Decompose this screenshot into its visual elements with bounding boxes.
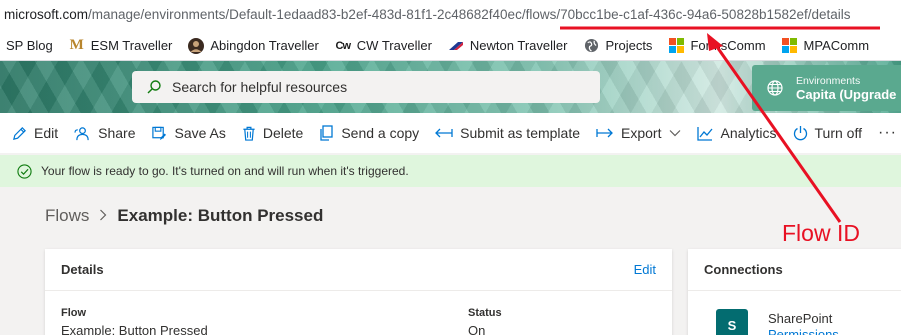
power-icon [793, 126, 807, 141]
connections-title: Connections [704, 262, 783, 277]
bookmark-label: CW Traveller [356, 38, 432, 53]
globe-icon [583, 38, 599, 54]
status-field-label: Status [468, 307, 502, 319]
export-icon [596, 128, 613, 138]
export-button[interactable]: Export [596, 125, 681, 141]
environment-value: Capita (Upgrade [796, 86, 897, 102]
send-copy-button[interactable]: Send a copy [319, 125, 419, 141]
sharepoint-icon: S [716, 309, 748, 335]
flow-id-annotation-label: Flow ID [782, 220, 860, 246]
address-bar[interactable]: microsoft.com/manage/environments/Defaul… [0, 0, 901, 31]
copy-icon [320, 125, 333, 141]
bookmark-label: Newton Traveller [469, 38, 568, 53]
bookmark-cw-traveller[interactable]: Cw CW Traveller [335, 38, 432, 54]
breadcrumb: Flows Example: Button Pressed [45, 206, 323, 226]
flow-field-value: Example: Button Pressed [61, 323, 208, 335]
pencil-icon [13, 126, 26, 140]
submit-template-label: Submit as template [460, 125, 581, 141]
search-icon [147, 80, 161, 94]
save-as-label: Save As [174, 125, 226, 141]
save-as-icon [152, 126, 167, 140]
send-copy-label: Send a copy [341, 125, 420, 141]
connections-card-header: Connections [688, 249, 901, 291]
chevron-down-icon [670, 130, 681, 137]
bookmark-sp-blog[interactable]: SP Blog [0, 38, 53, 53]
connections-card: Connections S SharePoint Permissions [688, 249, 901, 335]
url-domain: microsoft.com [4, 7, 89, 22]
bookmark-mpacomm[interactable]: MPAComm [782, 38, 869, 54]
analytics-button[interactable]: Analytics [697, 125, 777, 141]
bookmark-formscomm[interactable]: FormsComm [668, 38, 766, 54]
bookmark-label: Abingdon Traveller [210, 38, 319, 53]
command-bar: Edit Share Save As Delete Send a copy Su… [0, 113, 901, 153]
export-label: Export [621, 125, 662, 141]
trash-icon [243, 126, 255, 141]
microsoft-logo-icon [782, 38, 798, 54]
avatar-icon [188, 37, 205, 54]
chevron-right-icon [99, 208, 107, 224]
bookmark-label: Projects [605, 38, 653, 53]
bookmark-label: SP Blog [6, 38, 53, 53]
connection-permissions-link[interactable]: Permissions [768, 327, 839, 335]
delete-label: Delete [262, 125, 304, 141]
turn-off-button[interactable]: Turn off [793, 125, 862, 141]
template-arrows-icon [435, 128, 453, 138]
connection-name: SharePoint [768, 311, 833, 326]
bookmark-projects[interactable]: Projects [583, 38, 652, 54]
environment-picker[interactable]: Environments Capita (Upgrade [752, 65, 901, 111]
search-placeholder: Search for helpful resources [172, 79, 348, 95]
analytics-label: Analytics [720, 125, 777, 141]
globe-icon [767, 80, 783, 96]
details-card: Details Edit Flow Example: Button Presse… [45, 249, 672, 335]
details-edit-link[interactable]: Edit [634, 262, 656, 277]
check-circle-icon [17, 163, 32, 179]
bookmark-label: FormsComm [690, 38, 766, 53]
newton-logo-icon [448, 38, 464, 54]
edit-button[interactable]: Edit [12, 125, 58, 141]
environment-label: Environments [796, 74, 861, 87]
breadcrumb-flows-link[interactable]: Flows [45, 206, 89, 226]
header-banner: Search for helpful resources Environment… [0, 61, 901, 113]
details-title: Details [61, 262, 104, 277]
share-icon [74, 126, 89, 140]
page-title: Example: Button Pressed [117, 206, 324, 225]
more-options-button[interactable]: ··· [878, 124, 897, 142]
bookmark-newton-traveller[interactable]: Newton Traveller [448, 38, 568, 54]
bookmark-label: ESM Traveller [90, 38, 173, 53]
details-card-header: Details Edit [45, 249, 672, 291]
success-message: Your flow is ready to go. It's turned on… [41, 164, 409, 178]
bookmarks-bar: SP Blog M ESM Traveller Abingdon Travell… [0, 31, 901, 61]
bookmark-abingdon-traveller[interactable]: Abingdon Traveller [188, 37, 319, 54]
analytics-icon [697, 126, 713, 141]
bookmark-esm-traveller[interactable]: M ESM Traveller [69, 37, 173, 54]
m-logo-icon: M [69, 37, 84, 53]
search-box[interactable]: Search for helpful resources [132, 71, 600, 103]
turn-off-label: Turn off [814, 125, 862, 141]
save-as-button[interactable]: Save As [151, 125, 226, 141]
flow-field-label: Flow [61, 307, 87, 319]
url-path: /manage/environments/Default-1edaad83-b2… [88, 7, 851, 22]
status-field-value: On [468, 323, 486, 335]
bookmark-label: MPAComm [803, 38, 870, 53]
share-button[interactable]: Share [74, 125, 135, 141]
submit-template-button[interactable]: Submit as template [435, 125, 580, 141]
success-message-bar: Your flow is ready to go. It's turned on… [0, 155, 901, 187]
delete-button[interactable]: Delete [242, 125, 303, 141]
share-label: Share [98, 125, 136, 141]
edit-label: Edit [34, 125, 59, 141]
microsoft-logo-icon [668, 38, 684, 54]
cw-logo-icon: Cw [335, 39, 352, 52]
